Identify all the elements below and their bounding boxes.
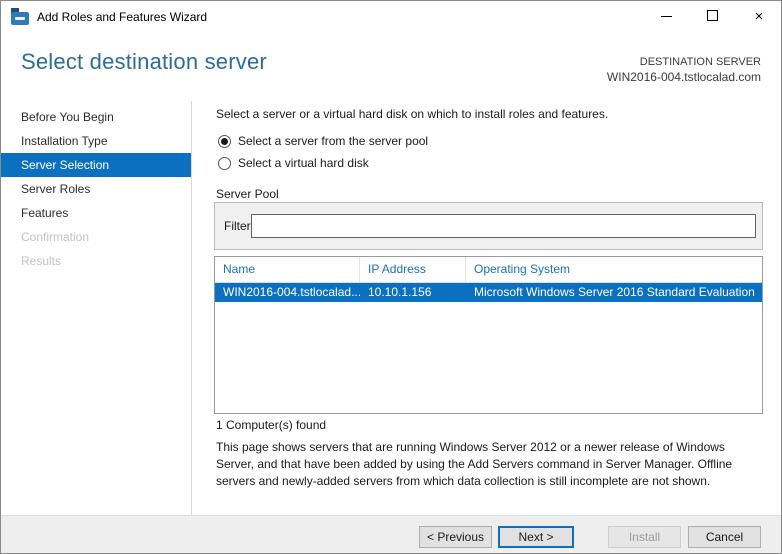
destination-server-label: DESTINATION SERVER <box>639 56 761 68</box>
add-roles-features-wizard-window: Add Roles and Features Wizard × Select d… <box>0 0 782 554</box>
page-title: Select destination server <box>21 49 267 74</box>
sidebar-item-results: Results <box>21 254 62 268</box>
close-button[interactable]: × <box>736 1 781 32</box>
maximize-button[interactable] <box>690 1 736 32</box>
cell-operating-system: Microsoft Windows Server 2016 Standard E… <box>474 285 755 299</box>
cell-ip-address: 10.10.1.156 <box>368 285 432 299</box>
page-description-text: This page shows servers that are running… <box>216 440 733 488</box>
sidebar-item-server-selection[interactable]: Server Selection <box>1 153 191 177</box>
sidebar-item-before-you-begin[interactable]: Before You Begin <box>1 105 191 129</box>
computers-found-text: 1 Computer(s) found <box>216 418 327 432</box>
radio-label: Select a virtual hard disk <box>238 156 369 170</box>
radio-select-server-pool[interactable]: Select a server from the server pool <box>218 134 428 148</box>
radio-selected-icon <box>218 134 231 148</box>
minimize-button[interactable] <box>644 1 690 32</box>
column-header-name[interactable]: Name <box>215 257 360 282</box>
cell-server-name: WIN2016-004.tstlocalad.... <box>223 285 360 299</box>
radio-unselected-icon <box>218 156 231 170</box>
destination-server-block: DESTINATION SERVER WIN2016-004.tstlocala… <box>607 55 761 85</box>
server-manager-icon <box>11 8 29 25</box>
sidebar-divider <box>191 101 192 515</box>
table-header-row: Name IP Address Operating System <box>215 257 762 283</box>
cancel-button[interactable]: Cancel <box>688 526 761 548</box>
server-pool-table: Name IP Address Operating System WIN2016… <box>214 256 763 414</box>
minimize-icon <box>661 16 672 17</box>
install-button: Install <box>608 526 681 548</box>
radio-label: Select a server from the server pool <box>238 134 429 148</box>
title-bar[interactable]: Add Roles and Features Wizard × <box>1 1 781 33</box>
server-pool-label: Server Pool <box>216 187 279 201</box>
sidebar-item-confirmation: Confirmation <box>21 230 90 244</box>
sidebar-item-installation-type[interactable]: Installation Type <box>1 129 191 153</box>
wizard-steps-sidebar: Before You Begin Installation Type Serve… <box>1 105 191 273</box>
maximize-icon <box>707 10 718 21</box>
window-title: Add Roles and Features Wizard <box>37 10 208 24</box>
intro-text: Select a server or a virtual hard disk o… <box>216 107 609 121</box>
sidebar-item-features[interactable]: Features <box>1 201 191 225</box>
column-header-operating-system[interactable]: Operating System <box>466 257 762 282</box>
next-button[interactable]: Next > <box>498 526 574 548</box>
server-pool-groupbox: Filter: <box>214 202 763 250</box>
table-row-selected[interactable]: WIN2016-004.tstlocalad.... 10.10.1.156 M… <box>215 283 762 302</box>
previous-button[interactable]: < Previous <box>419 526 492 548</box>
filter-label: Filter: <box>224 219 254 233</box>
radio-select-virtual-hard-disk[interactable]: Select a virtual hard disk <box>218 156 369 170</box>
destination-server-value: WIN2016-004.tstlocalad.com <box>606 70 761 84</box>
sidebar-item-server-roles[interactable]: Server Roles <box>1 177 191 201</box>
filter-input[interactable] <box>251 214 756 238</box>
footer-bar: < Previous Next > Install Cancel <box>1 515 781 553</box>
column-header-ip-address[interactable]: IP Address <box>360 257 466 282</box>
